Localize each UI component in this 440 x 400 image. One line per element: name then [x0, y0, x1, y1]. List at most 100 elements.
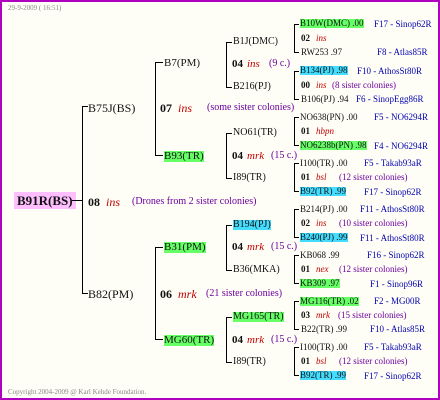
gen4-queen-7a[interactable]: MG116(TR) .02 — [300, 297, 359, 306]
root-queen[interactable]: B91R(BS) — [14, 192, 76, 209]
line — [294, 163, 295, 192]
line — [294, 209, 299, 210]
line — [294, 347, 295, 376]
gen3-queen-3[interactable]: NO61(TR) — [233, 128, 277, 138]
gen4-queen-8b[interactable]: B92(TR) .99 — [300, 371, 346, 380]
gen3-queen-8[interactable]: I89(TR) — [233, 357, 266, 367]
line — [226, 317, 232, 318]
gen4-ins-5: ins — [316, 218, 327, 228]
gen1-note-2: (21 sister colonies) — [206, 288, 283, 299]
gen3-queen-7[interactable]: MG165(TR) — [233, 312, 284, 322]
gen4-line-4b: F17 - Sinop62R — [364, 187, 422, 197]
line — [226, 225, 227, 271]
line — [294, 52, 299, 53]
gen2-ins-4: mrk — [247, 334, 265, 346]
gen4-ins-1: ins — [316, 33, 327, 43]
gen2-queen-3[interactable]: B31(PM) — [164, 242, 206, 253]
line — [294, 24, 295, 53]
gen4-queen-1a[interactable]: B10W(DMC) .00 — [300, 19, 364, 28]
line — [294, 301, 295, 330]
gen4-queen-3b[interactable]: NO6238b(PN) .98 — [300, 141, 367, 150]
gen4-queen-8a[interactable]: I100(TR) .00 — [300, 343, 348, 352]
gen4-queen-7b[interactable]: B22(TR) .99 — [301, 325, 347, 334]
gen4-note-4: (12 sister colonies) — [339, 172, 408, 182]
line — [155, 155, 163, 156]
gen4-num-6: 01 — [301, 264, 310, 274]
line — [226, 362, 232, 363]
gen3-queen-4[interactable]: I89(TR) — [233, 173, 266, 183]
gen3-queen-1[interactable]: B1J(DMC) — [233, 37, 278, 47]
gen4-line-6a: F16 - Sinop62R — [367, 250, 425, 260]
gen1-queen-2[interactable]: B82(PM) — [88, 288, 133, 300]
line — [226, 178, 232, 179]
gen4-queen-1b[interactable]: RW253 .97 — [301, 48, 342, 57]
gen4-ins-2: ins — [316, 80, 327, 90]
gen4-line-8b: F17 - Sinop62R — [364, 371, 422, 381]
line — [294, 71, 299, 72]
line — [226, 87, 232, 88]
line — [294, 191, 299, 192]
line — [155, 339, 163, 340]
line — [294, 301, 299, 302]
gen3-queen-6[interactable]: B36(MKA) — [233, 265, 280, 275]
line — [226, 225, 232, 226]
gen4-line-3a: F5 - NO6294R — [374, 112, 429, 122]
gen4-line-8a: F5 - Takab93aR — [364, 342, 422, 352]
line — [155, 62, 156, 156]
line — [294, 255, 299, 256]
gen2-ins-2: mrk — [247, 150, 265, 162]
gen2-note-2: (15 c.) — [271, 150, 298, 161]
line — [294, 255, 295, 284]
line — [294, 117, 299, 118]
gen4-line-3b: F4 - NO6294R — [374, 141, 429, 151]
gen3-queen-2[interactable]: B216(PJ) — [233, 82, 271, 92]
gen4-queen-6b[interactable]: KB309 .97 — [300, 279, 340, 288]
gen4-line-7b: F10 - Atlas85R — [370, 324, 426, 334]
gen4-queen-5a[interactable]: B214(PJ) .00 — [300, 205, 348, 214]
gen4-ins-4: bsl — [316, 172, 327, 182]
gen4-queen-6a[interactable]: KB068 .99 — [300, 251, 340, 260]
line — [294, 283, 299, 284]
gen2-queen-1[interactable]: B7(PM) — [164, 58, 200, 69]
line — [226, 317, 227, 363]
gen4-queen-2a[interactable]: B134(PJ) .98 — [300, 66, 348, 75]
gen4-note-6: (12 sister colonies) — [339, 264, 408, 274]
gen1-queen-1[interactable]: B75J(BS) — [88, 102, 135, 114]
gen4-num-1: 02 — [301, 33, 310, 43]
gen4-ins-6: nex — [316, 264, 329, 274]
gen1-num-1: 07 — [160, 101, 172, 115]
gen2-queen-2[interactable]: B93(TR) — [164, 151, 204, 162]
root-num: 08 — [88, 195, 100, 209]
gen4-note-8: (12 sister colonies) — [339, 356, 408, 366]
gen4-line-1b: F8 - Atlas85R — [377, 47, 428, 57]
gen4-line-5b: F11 - AthosSt80R — [360, 233, 425, 243]
gen4-num-3: 01 — [301, 126, 310, 136]
gen2-num-4: 04 — [232, 334, 243, 346]
gen4-queen-3a[interactable]: NO638(PN) .00 — [300, 113, 358, 122]
gen4-note-2: (8 sister colonies) — [332, 80, 396, 90]
gen4-queen-4a[interactable]: I100(TR) .00 — [300, 159, 348, 168]
gen2-ins-3: mrk — [247, 241, 265, 253]
gen2-queen-4[interactable]: MG60(TR) — [164, 335, 215, 346]
line — [155, 247, 163, 248]
root-branch-line — [82, 106, 83, 294]
gen3-queen-5[interactable]: B194(PJ) — [233, 220, 271, 230]
copyright: Copyright 2004-2009 @ Karl Kehde Foundat… — [8, 388, 147, 396]
gen4-line-2b: F6 - SinopEgg86R — [356, 94, 424, 104]
gen2-note-3: (15 c.) — [271, 241, 298, 252]
line — [294, 24, 299, 25]
gen2-num-1: 04 — [232, 58, 243, 70]
line — [72, 200, 82, 201]
gen2-num-3: 04 — [232, 241, 243, 253]
gen4-note-7: (15 sister colonies) — [338, 310, 407, 320]
line — [226, 42, 232, 43]
line — [226, 270, 232, 271]
root-ins: ins — [106, 195, 121, 209]
gen4-queen-2b[interactable]: B106(PJ) .94 — [301, 95, 349, 104]
gen4-queen-5b[interactable]: B240(PJ) .99 — [300, 233, 348, 242]
gen4-queen-4b[interactable]: B92(TR) .99 — [300, 187, 346, 196]
gen4-line-4a: F5 - Takab93aR — [364, 158, 422, 168]
line — [294, 375, 299, 376]
gen1-ins-1: ins — [178, 101, 193, 115]
line — [294, 347, 299, 348]
